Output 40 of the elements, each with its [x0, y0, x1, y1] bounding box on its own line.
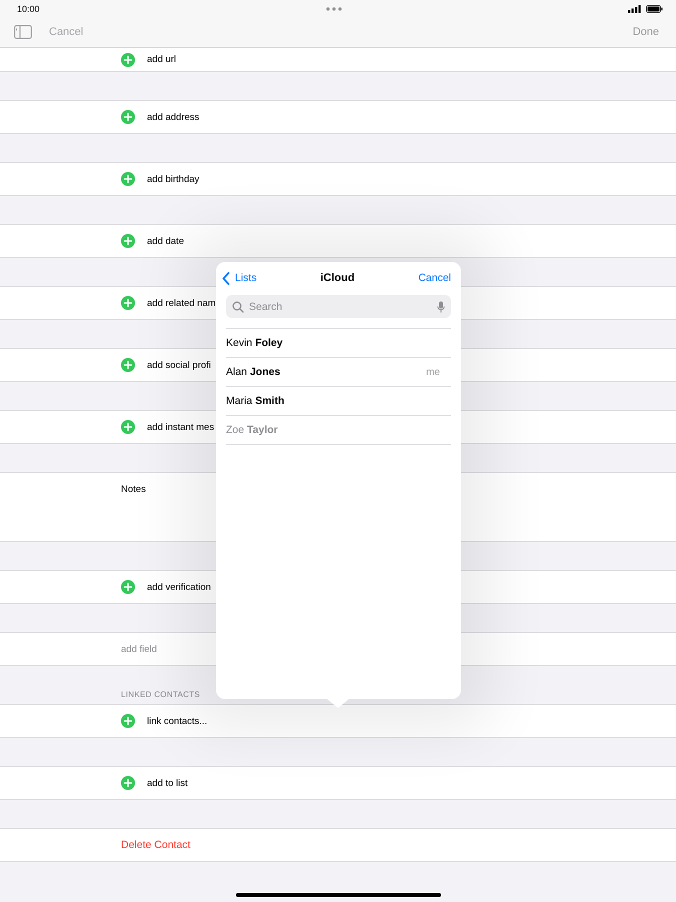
chevron-left-icon: [222, 272, 230, 284]
notes-label: Notes: [121, 484, 146, 495]
add-icon[interactable]: [121, 580, 135, 594]
search-field[interactable]: Search: [249, 300, 432, 312]
add-icon[interactable]: [121, 52, 135, 66]
me-label: me: [426, 366, 440, 378]
contact-name[interactable]: Kevin Foley: [226, 337, 283, 349]
popover-title: iCloud: [320, 272, 355, 284]
add-icon[interactable]: [121, 420, 135, 434]
lists-back-button[interactable]: Lists: [222, 272, 257, 284]
microphone-icon[interactable]: [437, 300, 445, 312]
add-icon[interactable]: [121, 172, 135, 186]
add-icon[interactable]: [121, 714, 135, 728]
contact-name[interactable]: Maria Smith: [226, 395, 284, 407]
row-label[interactable]: add address: [147, 112, 200, 122]
cancel-button[interactable]: Cancel: [418, 272, 451, 284]
section-header: LINKED CONTACTS: [121, 690, 200, 701]
battery-icon: [646, 4, 663, 12]
search-bar[interactable]: Search: [226, 295, 451, 318]
status-time: 10:00: [17, 4, 40, 14]
row-label[interactable]: add to list: [147, 778, 188, 788]
add-icon[interactable]: [121, 776, 135, 790]
more-dots-icon: [326, 6, 342, 10]
row-label[interactable]: add url: [147, 54, 176, 65]
row-label[interactable]: add verification: [147, 582, 211, 592]
row-label[interactable]: add birthday: [147, 174, 200, 184]
row-label[interactable]: link contacts...: [147, 716, 208, 726]
row-label[interactable]: add date: [147, 236, 184, 246]
search-icon: [232, 300, 244, 312]
sidebar-icon[interactable]: [14, 25, 32, 39]
signal-icon: [628, 4, 641, 12]
add-icon[interactable]: [121, 296, 135, 310]
add-icon[interactable]: [121, 234, 135, 248]
delete-contact-button[interactable]: Delete Contact: [121, 839, 190, 851]
contact-name[interactable]: Alan Jones: [226, 366, 280, 378]
row-label[interactable]: add related nam: [147, 298, 216, 308]
add-icon[interactable]: [121, 110, 135, 124]
add-icon[interactable]: [121, 358, 135, 372]
row-label[interactable]: add social profi: [147, 360, 211, 370]
row-label[interactable]: add instant mes: [147, 422, 214, 432]
